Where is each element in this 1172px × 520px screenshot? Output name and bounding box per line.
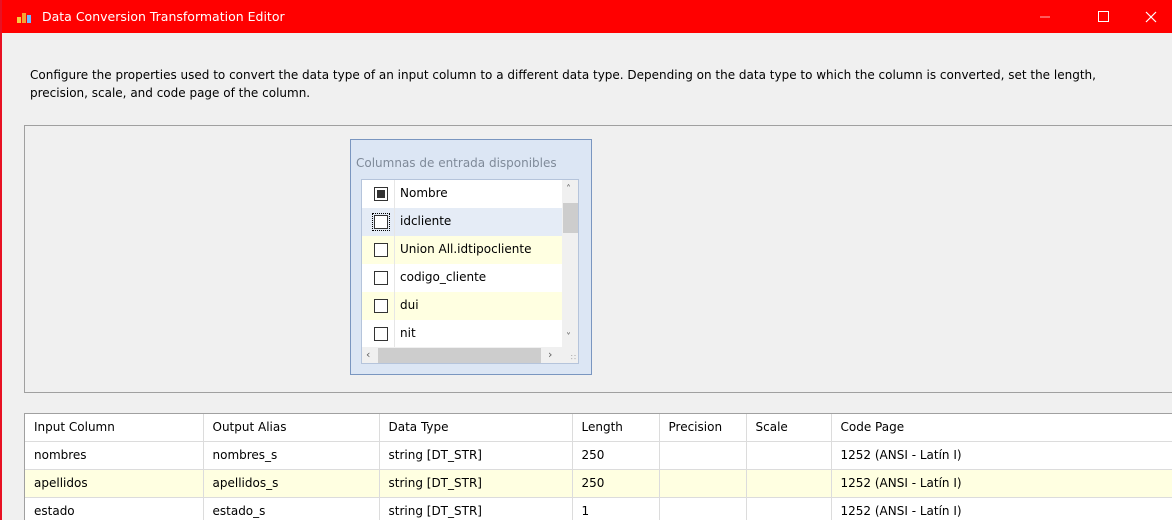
scale-cell[interactable] (746, 441, 832, 470)
vertical-scroll-thumb[interactable] (563, 203, 578, 233)
vertical-scrollbar[interactable]: ˄ ˅ (562, 180, 578, 347)
header-data-type[interactable]: Data Type (379, 414, 573, 442)
data-type-cell[interactable]: string [DT_STR] (379, 469, 573, 498)
output-alias-cell[interactable]: estado_s (203, 497, 380, 520)
list-item[interactable]: Union All.idtipocliente (362, 236, 562, 264)
column-label: idcliente (400, 214, 452, 228)
minimize-button[interactable] (1022, 0, 1068, 33)
title-bar[interactable]: Data Conversion Transformation Editor (2, 0, 1172, 33)
column-header-row[interactable]: Nombre (362, 180, 562, 208)
table-row[interactable]: nombres nombres_s string [DT_STR] 250 12… (25, 441, 1172, 470)
code-page-cell[interactable]: 1252 (ANSI - Latín I) (831, 497, 1172, 520)
column-checkbox[interactable] (374, 271, 388, 285)
row-divider (394, 264, 395, 292)
maximize-button[interactable] (1080, 0, 1126, 33)
list-item[interactable]: idcliente (362, 208, 562, 236)
precision-cell[interactable] (659, 497, 747, 520)
column-label: nit (400, 326, 416, 340)
row-divider (394, 236, 395, 264)
horizontal-scroll-thumb[interactable] (378, 348, 541, 363)
table-row[interactable]: apellidos apellidos_s string [DT_STR] 25… (25, 469, 1172, 498)
input-column-cell[interactable]: apellidos (25, 469, 204, 498)
window-title: Data Conversion Transformation Editor (42, 9, 285, 24)
row-divider (394, 320, 395, 348)
precision-cell[interactable] (659, 441, 747, 470)
available-columns-box[interactable]: Columnas de entrada disponibles Nombre i… (350, 139, 592, 375)
maximize-icon (1097, 11, 1109, 22)
data-type-cell[interactable]: string [DT_STR] (379, 497, 573, 520)
length-cell[interactable]: 1 (572, 497, 660, 520)
header-length[interactable]: Length (572, 414, 660, 442)
header-code-page[interactable]: Code Page (831, 414, 1172, 442)
close-icon (1145, 11, 1157, 22)
column-checkbox[interactable] (374, 327, 388, 341)
list-item[interactable]: dui (362, 292, 562, 320)
scale-cell[interactable] (746, 497, 832, 520)
input-column-cell[interactable]: nombres (25, 441, 204, 470)
precision-cell[interactable] (659, 469, 747, 498)
scale-cell[interactable] (746, 469, 832, 498)
column-label: dui (400, 298, 419, 312)
length-cell[interactable]: 250 (572, 469, 660, 498)
input-column-cell[interactable]: estado (25, 497, 204, 520)
code-page-cell[interactable]: 1252 (ANSI - Latín I) (831, 441, 1172, 470)
column-checkbox[interactable] (374, 299, 388, 313)
select-all-checkbox[interactable] (374, 187, 388, 201)
scroll-left-icon[interactable]: ‹ (366, 348, 370, 361)
mapping-designer-panel[interactable] (24, 125, 1172, 393)
row-divider (394, 180, 395, 208)
list-item[interactable]: codigo_cliente (362, 264, 562, 292)
grid-header-row: Input Column Output Alias Data Type Leng… (25, 414, 1172, 442)
column-header-label: Nombre (400, 186, 448, 200)
column-checkbox[interactable] (372, 213, 390, 231)
scroll-up-icon[interactable]: ˄ (566, 184, 571, 195)
length-cell[interactable]: 250 (572, 441, 660, 470)
minimize-icon (1040, 16, 1050, 17)
data-conversion-icon (17, 13, 31, 23)
header-output-alias[interactable]: Output Alias (203, 414, 380, 442)
column-label: Union All.idtipocliente (400, 242, 532, 256)
column-checkbox[interactable] (374, 243, 388, 257)
header-input-column[interactable]: Input Column (25, 414, 204, 442)
code-page-cell[interactable]: 1252 (ANSI - Latín I) (831, 469, 1172, 498)
scroll-down-icon[interactable]: ˅ (566, 332, 571, 343)
list-item[interactable]: nit (362, 320, 562, 348)
output-alias-cell[interactable]: apellidos_s (203, 469, 380, 498)
column-label: codigo_cliente (400, 270, 487, 284)
close-button[interactable] (1128, 0, 1172, 33)
conversion-grid[interactable]: Input Column Output Alias Data Type Leng… (24, 413, 1172, 520)
data-type-cell[interactable]: string [DT_STR] (379, 441, 573, 470)
editor-window: Data Conversion Transformation Editor Co… (0, 0, 1172, 520)
resize-grip-icon[interactable]: ∷ (562, 347, 578, 363)
header-precision[interactable]: Precision (659, 414, 747, 442)
row-divider (394, 292, 395, 320)
row-divider (394, 208, 395, 236)
available-columns-title: Columnas de entrada disponibles (356, 156, 557, 170)
description-text: Configure the properties used to convert… (30, 68, 1096, 100)
available-columns-list[interactable]: Nombre idcliente Union All.idtipocliente… (361, 179, 579, 364)
table-row[interactable]: estado estado_s string [DT_STR] 1 1252 (… (25, 497, 1172, 520)
header-scale[interactable]: Scale (746, 414, 832, 442)
scroll-right-icon[interactable]: › (548, 348, 552, 361)
output-alias-cell[interactable]: nombres_s (203, 441, 380, 470)
horizontal-scrollbar[interactable]: ‹ › (362, 347, 562, 363)
